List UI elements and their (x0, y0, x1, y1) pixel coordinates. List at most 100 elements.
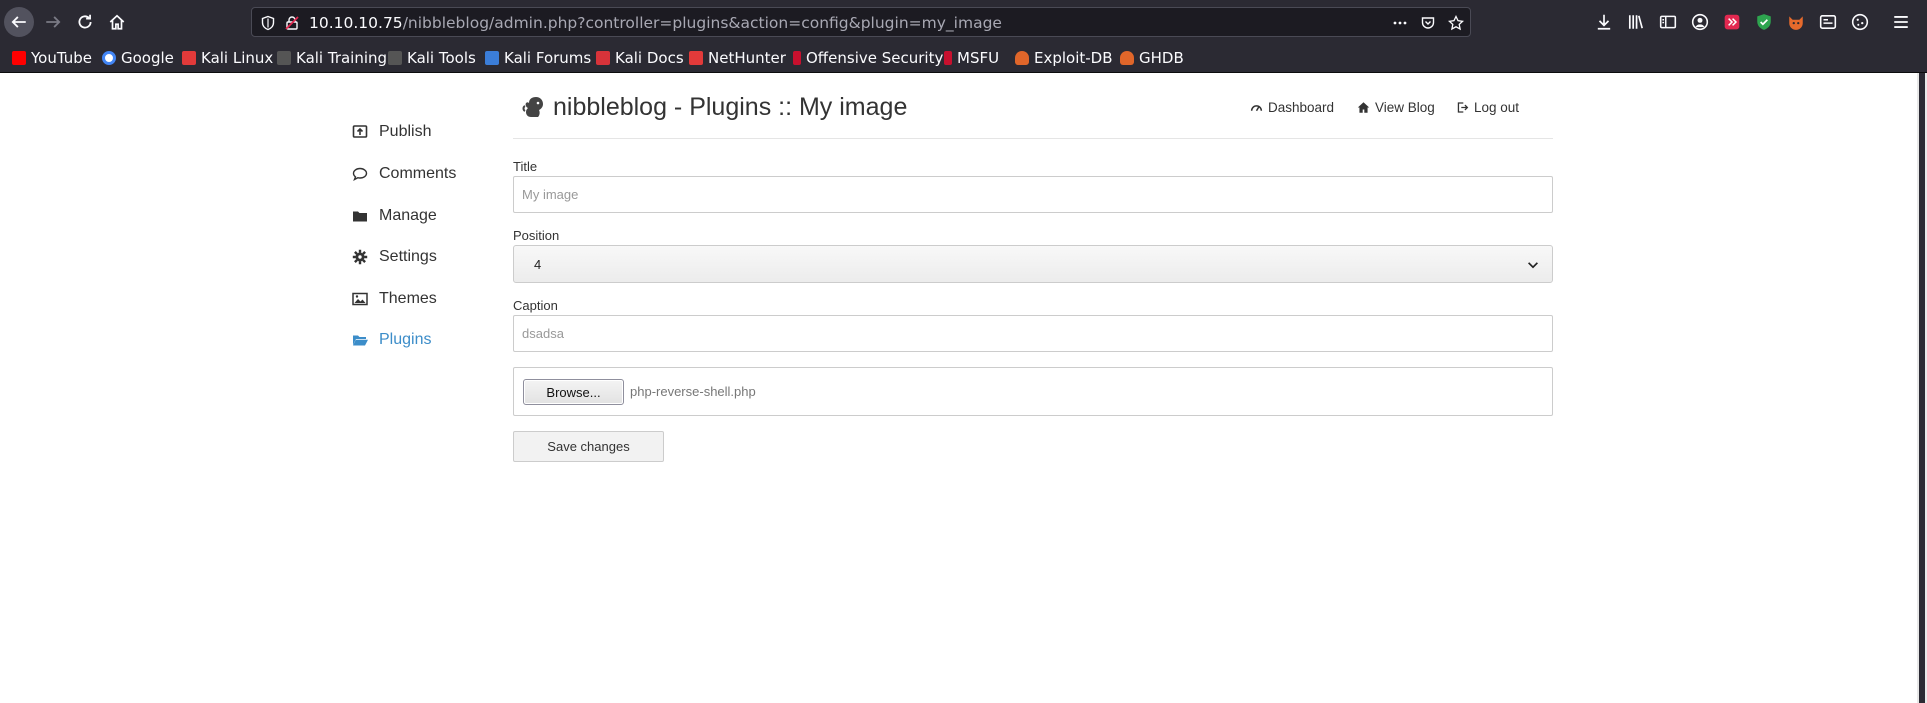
extension-red-icon (1724, 14, 1740, 30)
url-path: /nibbleblog/admin.php?controller=plugins… (402, 14, 1002, 32)
extension-shield-button[interactable] (1754, 12, 1774, 32)
account-icon (1691, 13, 1709, 31)
sidebar-item-manage[interactable]: Manage (352, 207, 437, 225)
bookmark-exploit-db[interactable]: Exploit-DB (1015, 48, 1113, 68)
bookmark-kali-forums[interactable]: Kali Forums (485, 48, 591, 68)
bookmark-star-icon[interactable] (1448, 15, 1464, 31)
cookie-icon (1851, 13, 1869, 31)
pocket-icon[interactable] (1420, 15, 1436, 31)
logout-link[interactable]: Log out (1456, 100, 1519, 115)
header-divider (513, 138, 1553, 139)
youtube-icon (12, 51, 26, 65)
bookmark-kali-linux[interactable]: Kali Linux (182, 48, 273, 68)
library-icon (1628, 15, 1644, 29)
bookmark-label: Exploit-DB (1034, 49, 1113, 67)
home-icon (1357, 102, 1370, 113)
bookmark-label: Offensive Security (806, 49, 944, 67)
position-value: 4 (534, 256, 542, 272)
sidebar-item-settings[interactable]: Settings (352, 248, 437, 266)
title-placeholder: My image (522, 187, 579, 202)
kali-tools-icon (388, 51, 402, 65)
bookmark-label: GHDB (1139, 49, 1184, 67)
file-upload-field[interactable]: Browse... php-reverse-shell.php (513, 367, 1553, 416)
scrollbar-thumb[interactable] (1919, 73, 1925, 703)
account-button[interactable] (1690, 12, 1710, 32)
bookmark-kali-tools[interactable]: Kali Tools (388, 48, 476, 68)
bookmark-kali-docs[interactable]: Kali Docs (596, 48, 684, 68)
sidebar-item-themes[interactable]: Themes (352, 290, 437, 308)
sidebar-item-publish[interactable]: Publish (352, 123, 431, 141)
bookmark-kali-training[interactable]: Kali Training (277, 48, 387, 68)
insecure-lock-icon[interactable] (284, 15, 300, 31)
bookmark-label: Kali Forums (504, 49, 592, 67)
sidebar-item-label: Plugins (379, 331, 432, 348)
sidebar-item-comments[interactable]: Comments (352, 165, 456, 183)
dashboard-icon (1250, 105, 1263, 112)
sidebar-item-plugins[interactable]: Plugins (352, 331, 431, 349)
bookmarks-toolbar: YouTube Google Kali Linux Kali Training … (0, 44, 1927, 73)
logout-label: Log out (1474, 100, 1520, 115)
kali-forums-icon (485, 51, 499, 65)
back-button[interactable] (4, 7, 34, 37)
reload-button[interactable] (70, 7, 100, 37)
extension-card-button[interactable] (1818, 12, 1838, 32)
folder-icon (353, 211, 367, 222)
extension-red-button[interactable] (1722, 12, 1742, 32)
home-button[interactable] (102, 7, 132, 37)
view-blog-link[interactable]: View Blog (1357, 100, 1435, 115)
extension-fox-button[interactable] (1786, 12, 1806, 32)
url-host: 10.10.10.75 (309, 14, 403, 32)
more-actions-icon[interactable] (1392, 15, 1408, 31)
sidebar-button[interactable] (1658, 12, 1678, 32)
bookmark-label: Kali Docs (615, 49, 684, 67)
bookmark-offensive-security[interactable]: Offensive Security (793, 48, 943, 68)
selected-file-name: php-reverse-shell.php (630, 384, 756, 399)
home-icon (109, 14, 125, 30)
bookmark-label: YouTube (31, 49, 92, 67)
bookmark-ghdb[interactable]: GHDB (1120, 48, 1184, 68)
browse-button[interactable]: Browse... (523, 379, 624, 405)
forward-button[interactable] (38, 7, 68, 37)
bookmark-label: NetHunter (708, 49, 786, 67)
google-icon (102, 51, 116, 65)
dashboard-link[interactable]: Dashboard (1250, 100, 1334, 115)
address-bar[interactable]: 10.10.10.75/nibbleblog/admin.php?control… (251, 7, 1471, 37)
url-text[interactable]: 10.10.10.75/nibbleblog/admin.php?control… (309, 14, 1002, 32)
fox-icon (1789, 16, 1803, 30)
bookmark-nethunter[interactable]: NetHunter (689, 48, 786, 68)
bookmark-youtube[interactable]: YouTube (12, 48, 92, 68)
title-label: Title (513, 159, 538, 174)
bookmark-google[interactable]: Google (102, 48, 174, 68)
chevron-down-icon (1528, 262, 1538, 269)
page-title: nibbleblog - Plugins :: My image (553, 93, 908, 121)
gear-icon (352, 249, 368, 265)
folder-open-icon (353, 335, 368, 346)
sidebar-item-label: Themes (379, 290, 437, 307)
save-changes-button[interactable]: Save changes (513, 431, 664, 462)
caption-label: Caption (513, 298, 558, 313)
extension-cookie-button[interactable] (1850, 12, 1870, 32)
logout-icon (1457, 102, 1469, 113)
position-select[interactable]: 4 (513, 245, 1553, 283)
sidebar-icon (1659, 15, 1677, 29)
bookmark-label: Kali Linux (201, 49, 274, 67)
shield-icon[interactable] (260, 15, 276, 31)
kali-docs-icon (596, 51, 610, 65)
caption-input[interactable]: dsadsa (513, 315, 1553, 352)
sidebar-item-label: Comments (379, 165, 457, 182)
kali-linux-icon (182, 51, 196, 65)
page-scrollbar[interactable] (1917, 73, 1927, 703)
library-button[interactable] (1626, 12, 1646, 32)
arrow-right-icon (46, 16, 61, 28)
arrow-left-icon (11, 16, 26, 28)
title-input[interactable]: My image (513, 176, 1553, 213)
bookmark-label: Google (121, 49, 174, 67)
bookmark-msfu[interactable]: MSFU (944, 48, 999, 68)
sidebar-item-label: Settings (379, 248, 437, 265)
nibbleblog-logo-icon (522, 97, 543, 117)
downloads-button[interactable] (1594, 12, 1614, 32)
bookmark-label: Kali Training (296, 49, 388, 67)
menu-button[interactable] (1891, 12, 1911, 32)
view-blog-label: View Blog (1375, 100, 1435, 115)
nethunter-icon (689, 51, 703, 65)
